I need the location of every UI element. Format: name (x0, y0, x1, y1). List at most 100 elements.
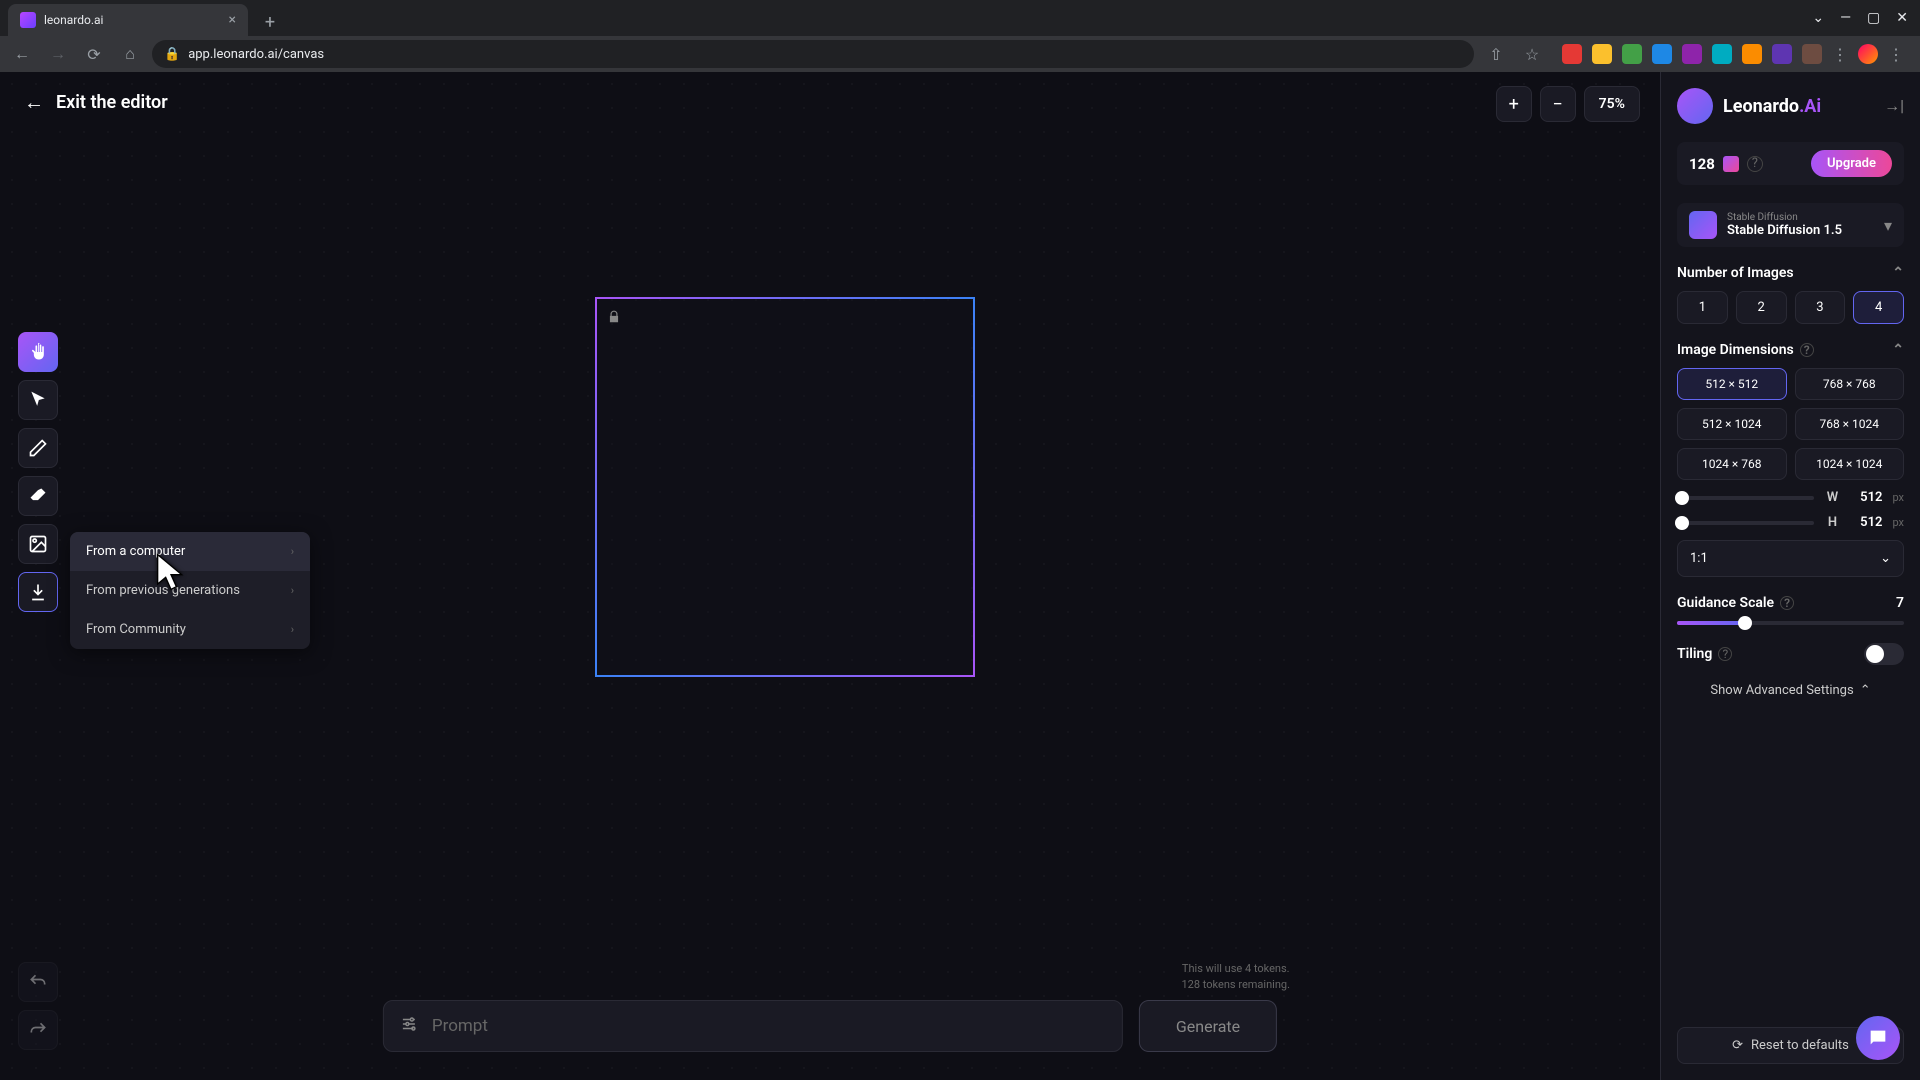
exit-editor-button[interactable]: ← Exit the editor (24, 90, 168, 115)
token-icon (1723, 156, 1739, 172)
guidance-section: Guidance Scale? 7 (1677, 595, 1904, 625)
canvas-area[interactable]: ← Exit the editor + − 75% (0, 72, 1660, 1080)
select-tool[interactable] (18, 380, 58, 420)
home-button[interactable]: ⌂ (116, 40, 144, 68)
browser-chrome: leonardo.ai × + ⌄ — ▢ ✕ ← → ⟳ ⌂ 🔒 app.le… (0, 0, 1920, 72)
browser-tab[interactable]: leonardo.ai × (8, 4, 248, 36)
num-images-section: Number of Images ⌃ 1 2 3 4 (1677, 265, 1904, 324)
profile-avatar[interactable] (1858, 44, 1878, 64)
share-icon[interactable]: ⇧ (1482, 40, 1510, 68)
num-images-3[interactable]: 3 (1795, 291, 1846, 324)
num-images-1[interactable]: 1 (1677, 291, 1728, 324)
model-select[interactable]: Stable Diffusion Stable Diffusion 1.5 ▾ (1677, 203, 1904, 247)
upgrade-button[interactable]: Upgrade (1811, 150, 1892, 177)
download-icon (28, 582, 48, 602)
ext-icon[interactable] (1802, 44, 1822, 64)
aspect-ratio-select[interactable]: 1:1 ⌄ (1677, 540, 1904, 577)
extensions-menu-icon[interactable]: ⋮ (1832, 45, 1848, 64)
chevron-up-icon[interactable]: ⌃ (1892, 342, 1904, 358)
reload-button[interactable]: ⟳ (80, 40, 108, 68)
collapse-panel-icon[interactable]: →| (1884, 96, 1904, 116)
exit-label: Exit the editor (56, 92, 168, 113)
dim-512x1024[interactable]: 512 × 1024 (1677, 408, 1787, 440)
upload-from-community[interactable]: From Community › (70, 610, 310, 649)
num-images-4[interactable]: 4 (1853, 291, 1904, 324)
dim-768x1024[interactable]: 768 × 1024 (1795, 408, 1905, 440)
bookmark-icon[interactable]: ☆ (1518, 40, 1546, 68)
help-icon[interactable]: ? (1780, 596, 1794, 610)
upload-from-computer[interactable]: From a computer › (70, 532, 310, 571)
kebab-menu-icon[interactable]: ⋮ (1888, 45, 1904, 64)
width-slider[interactable]: W 512 px (1677, 490, 1904, 505)
right-panel: Leonardo.Ai →| 128 ? Upgrade Stable Diff… (1660, 72, 1920, 1080)
image-icon (28, 534, 48, 554)
new-tab-button[interactable]: + (256, 8, 284, 36)
back-button[interactable]: ← (8, 40, 36, 68)
app: ← Exit the editor + − 75% (0, 72, 1920, 1080)
chevron-right-icon: › (291, 545, 294, 558)
address-bar: ← → ⟳ ⌂ 🔒 app.leonardo.ai/canvas ⇧ ☆ ⋮ ⋮ (0, 36, 1920, 72)
canvas-frame[interactable] (595, 297, 975, 677)
token-info: This will use 4 tokens. 128 tokens remai… (1182, 961, 1291, 992)
dim-512x512[interactable]: 512 × 512 (1677, 368, 1787, 400)
credits-value: 128 (1689, 155, 1715, 173)
image-tool[interactable] (18, 524, 58, 564)
model-thumb-icon (1689, 211, 1717, 239)
close-tab-icon[interactable]: × (229, 12, 236, 28)
prompt-input-wrap (383, 1000, 1123, 1052)
prompt-bar: Generate (383, 1000, 1277, 1052)
redo-button[interactable] (18, 1010, 58, 1050)
zoom-in-button[interactable]: + (1496, 86, 1532, 122)
forward-button[interactable]: → (44, 40, 72, 68)
favicon-icon (20, 12, 36, 28)
lock-icon (607, 309, 621, 328)
chevron-right-icon: › (291, 623, 294, 636)
upload-from-previous[interactable]: From previous generations › (70, 571, 310, 610)
pan-tool[interactable] (18, 332, 58, 372)
zoom-level[interactable]: 75% (1584, 86, 1640, 122)
generate-button[interactable]: Generate (1139, 1000, 1277, 1052)
dim-1024x1024[interactable]: 1024 × 1024 (1795, 448, 1905, 480)
num-images-2[interactable]: 2 (1736, 291, 1787, 324)
ext-icon[interactable] (1652, 44, 1672, 64)
draw-tool[interactable] (18, 428, 58, 468)
height-slider[interactable]: H 512 px (1677, 515, 1904, 530)
guidance-slider[interactable] (1677, 621, 1904, 625)
ext-icon[interactable] (1622, 44, 1642, 64)
dimensions-section: Image Dimensions? ⌃ 512 × 512 768 × 768 … (1677, 342, 1904, 577)
sliders-icon[interactable] (400, 1015, 418, 1037)
hand-icon (28, 342, 48, 362)
undo-button[interactable] (18, 962, 58, 1002)
erase-tool[interactable] (18, 476, 58, 516)
ext-icon[interactable] (1592, 44, 1612, 64)
chat-bubble-button[interactable] (1856, 1016, 1900, 1060)
chevron-right-icon: › (291, 584, 294, 597)
url-text: app.leonardo.ai/canvas (188, 47, 324, 62)
maximize-icon[interactable]: ▢ (1867, 10, 1880, 26)
close-window-icon[interactable]: ✕ (1896, 10, 1908, 26)
eraser-icon (28, 486, 48, 506)
dim-1024x768[interactable]: 1024 × 768 (1677, 448, 1787, 480)
tiling-toggle[interactable] (1864, 643, 1904, 665)
dim-768x768[interactable]: 768 × 768 (1795, 368, 1905, 400)
help-icon[interactable]: ? (1718, 647, 1732, 661)
help-icon[interactable]: ? (1747, 156, 1763, 172)
download-tool[interactable] (18, 572, 58, 612)
url-input[interactable]: 🔒 app.leonardo.ai/canvas (152, 40, 1474, 68)
prompt-input[interactable] (432, 1016, 1106, 1036)
zoom-out-button[interactable]: − (1540, 86, 1576, 122)
help-icon[interactable]: ? (1800, 343, 1814, 357)
ext-icon[interactable] (1742, 44, 1762, 64)
ext-icon[interactable] (1772, 44, 1792, 64)
ext-icon[interactable] (1562, 44, 1582, 64)
chevron-down-icon: ▾ (1884, 216, 1892, 235)
chevron-up-icon[interactable]: ⌃ (1892, 265, 1904, 281)
chevron-down-icon[interactable]: ⌄ (1812, 10, 1824, 26)
show-advanced-link[interactable]: Show Advanced Settings ⌃ (1677, 683, 1904, 698)
refresh-icon: ⟳ (1732, 1038, 1743, 1053)
tiling-row: Tiling ? (1677, 643, 1904, 665)
ext-icon[interactable] (1712, 44, 1732, 64)
ext-icon[interactable] (1682, 44, 1702, 64)
minimize-icon[interactable]: — (1840, 10, 1851, 26)
chat-icon (1867, 1027, 1889, 1049)
